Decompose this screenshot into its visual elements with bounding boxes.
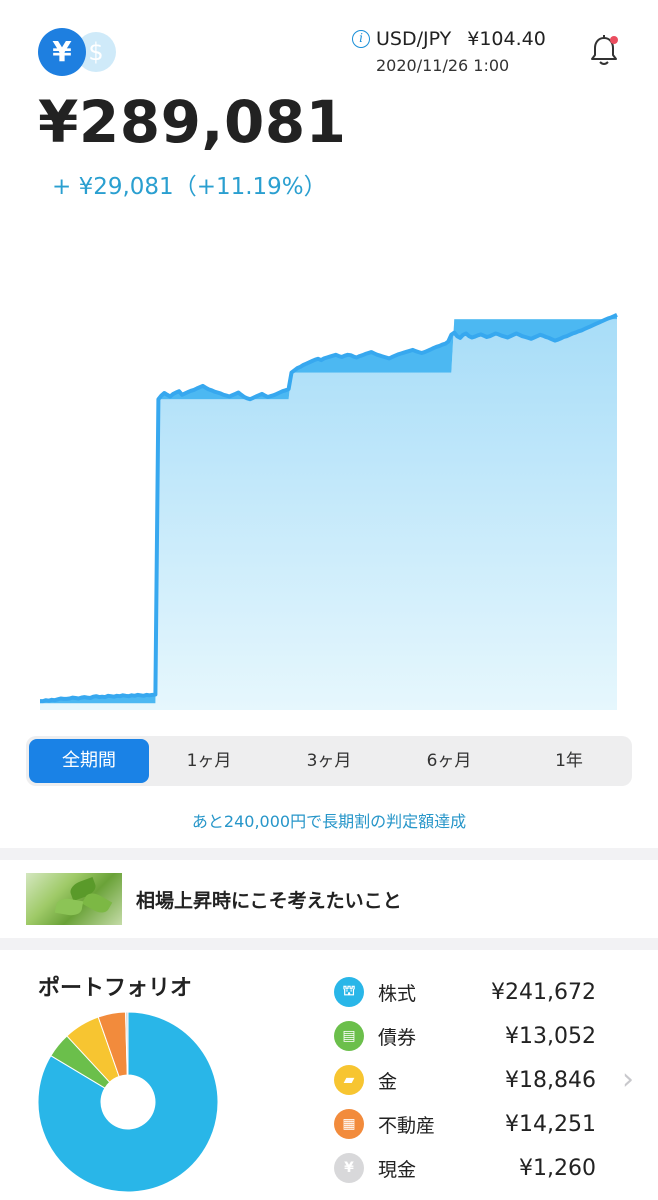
section-divider — [0, 848, 658, 860]
bond-icon: ▤ — [334, 1021, 364, 1051]
principal-area — [40, 319, 617, 710]
portfolio-item-label: 現金 — [378, 1158, 417, 1181]
article-title: 相場上昇時にこそ考えたいこと — [136, 889, 402, 912]
home-screen: ¥ $ i USD/JPY ¥104.40 2020/11/26 1:00 ¥2… — [0, 0, 658, 1200]
portfolio-item[interactable]: ▤ 債券 ¥13,052 — [334, 1014, 596, 1058]
portfolio-item-value: ¥1,260 — [519, 1155, 596, 1181]
period-tab[interactable]: 1年 — [509, 739, 629, 783]
portfolio-item-label: 債券 — [378, 1026, 417, 1049]
portfolio-item-value: ¥18,846 — [505, 1067, 596, 1093]
portfolio-item-value: ¥14,251 — [505, 1111, 596, 1137]
portfolio-item-label: 不動産 — [378, 1114, 436, 1137]
period-tab[interactable]: 6ヶ月 — [389, 739, 509, 783]
period-tabs: 全期間 1ヶ月 3ヶ月 6ヶ月 1年 — [26, 736, 632, 786]
fx-rate: ¥104.40 — [467, 28, 546, 50]
portfolio-title: ポートフォリオ — [38, 976, 193, 1001]
portfolio-item-value: ¥13,052 — [505, 1023, 596, 1049]
period-tab[interactable]: 全期間 — [29, 739, 149, 783]
total-assets: ¥289,081 — [38, 88, 347, 156]
portfolio-item-label: 金 — [378, 1070, 398, 1093]
bank-icon: ⛫ — [334, 977, 364, 1007]
gold-bar-icon: ▰ — [334, 1065, 364, 1095]
chevron-right-icon[interactable]: › — [622, 1062, 634, 1097]
leaf-thumbnail — [26, 873, 122, 925]
notification-dot — [610, 36, 618, 44]
bell-icon[interactable] — [588, 34, 620, 68]
total-gain: + ¥29,081（+11.19%） — [52, 174, 327, 200]
portfolio-item-label: 株式 — [378, 982, 417, 1005]
period-tab[interactable]: 1ヶ月 — [149, 739, 269, 783]
portfolio-item[interactable]: ▰ 金 ¥18,846 — [334, 1058, 596, 1102]
long-term-notice[interactable]: あと240,000円で長期割の判定額達成 — [0, 808, 658, 832]
portfolio-item[interactable]: ⛫ 株式 ¥241,672 — [334, 970, 596, 1014]
fx-rate-panel: i USD/JPY ¥104.40 2020/11/26 1:00 — [352, 28, 572, 75]
portfolio-item[interactable]: ¥ 現金 ¥1,260 — [334, 1146, 596, 1190]
portfolio-item-value: ¥241,672 — [491, 979, 596, 1005]
currency-toggle[interactable]: ¥ $ — [38, 28, 130, 76]
period-tab[interactable]: 3ヶ月 — [269, 739, 389, 783]
yen-icon[interactable]: ¥ — [38, 28, 86, 76]
portfolio-item[interactable]: ▦ 不動産 ¥14,251 — [334, 1102, 596, 1146]
article-row[interactable]: 相場上昇時にこそ考えたいこと — [26, 873, 646, 925]
fx-pair: USD/JPY — [376, 28, 452, 50]
fx-timestamp: 2020/11/26 1:00 — [376, 56, 510, 75]
portfolio-donut-chart[interactable] — [38, 1012, 218, 1192]
building-icon: ▦ — [334, 1109, 364, 1139]
asset-chart[interactable] — [40, 264, 618, 710]
portfolio-legend[interactable]: ⛫ 株式 ¥241,672 ▤ 債券 ¥13,052 ▰ 金 ¥18,846 ▦ 不動産 ¥14,25… — [334, 970, 596, 1190]
cash-icon: ¥ — [334, 1153, 364, 1183]
section-divider — [0, 938, 658, 950]
info-icon[interactable]: i — [352, 30, 370, 48]
